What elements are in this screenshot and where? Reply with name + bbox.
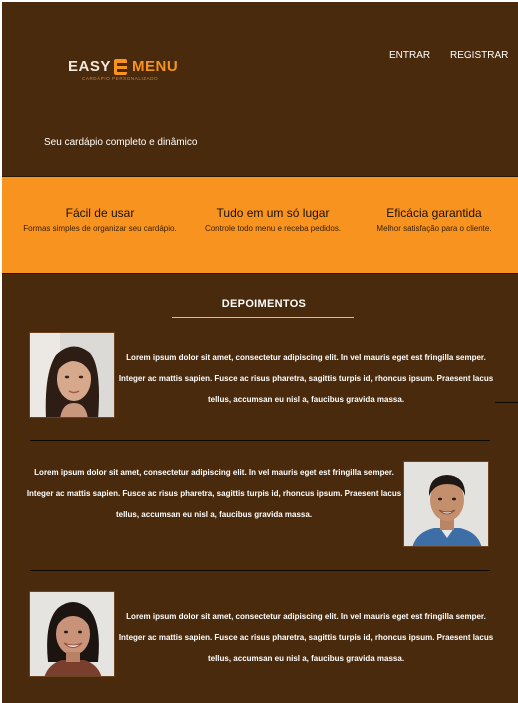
login-link[interactable]: ENTRAR <box>389 50 430 61</box>
easy-menu-logo[interactable]: EASY MENU CARDÁPIO PERSONALIZADO <box>68 58 178 84</box>
testimonial-divider <box>30 440 490 441</box>
logo-tagline: CARDÁPIO PERSONALIZADO <box>82 76 159 81</box>
testimonial-line: Integer ac mattis sapien. Fusce ac risus… <box>118 374 494 383</box>
testimonial-line: Lorem ipsum dolor sit amet, consectetur … <box>34 468 394 477</box>
woman-smiling-portrait-icon <box>29 591 115 677</box>
testimonial-line: Integer ac mattis sapien. Fusce ac risus… <box>118 633 494 642</box>
testimonial-line: Integer ac mattis sapien. Fusce ac risus… <box>26 489 402 498</box>
feature-description: Controle todo menu e receba pedidos. <box>204 224 342 233</box>
feature-description: Melhor satisfação para o cliente. <box>376 224 492 233</box>
testimonial-text: Lorem ipsum dolor sit amet, consectetur … <box>114 347 498 410</box>
menu-book-icon <box>114 59 127 75</box>
man-smiling-portrait-icon <box>403 461 489 547</box>
testimonial-text: Lorem ipsum dolor sit amet, consectetur … <box>114 606 498 669</box>
testimonial-line: tellus, accumsan eu nisl a, faucibus gra… <box>207 654 405 663</box>
landing-page: EASY MENU CARDÁPIO PERSONALIZADO ENTRAR … <box>2 2 518 703</box>
testimonial-text: Lorem ipsum dolor sit amet, consectetur … <box>22 462 406 525</box>
features-band: Fácil de usar Formas simples de organiza… <box>2 176 518 274</box>
testimonial-line: tellus, accumsan eu nisl a, faucibus gra… <box>207 395 405 404</box>
woman-long-hair-portrait-icon <box>29 332 115 418</box>
testimonials-heading: DEPOIMENTOS <box>221 298 307 310</box>
feature-title: Fácil de usar <box>65 206 135 220</box>
hero-subtitle: Seu cardápio completo e dinâmico <box>44 137 198 148</box>
feature-title: Tudo em um só lugar <box>216 206 330 220</box>
logo-word-easy: EASY <box>68 58 111 75</box>
feature-easy-to-use: Fácil de usar Formas simples de organiza… <box>14 205 186 233</box>
feature-guaranteed-efficacy: Eficácia garantida Melhor satisfação par… <box>364 205 504 233</box>
testimonial-line: tellus, accumsan eu nisl a, faucibus gra… <box>115 510 313 519</box>
testimonial-line: Lorem ipsum dolor sit amet, consectetur … <box>126 612 486 621</box>
feature-all-in-one: Tudo em um só lugar Controle todo menu e… <box>198 205 348 233</box>
testimonial-line: Lorem ipsum dolor sit amet, consectetur … <box>126 353 486 362</box>
testimonial-divider <box>30 570 490 571</box>
register-link[interactable]: REGISTRAR <box>450 50 508 61</box>
feature-description: Formas simples de organizar seu cardápio… <box>23 224 177 233</box>
heading-underline <box>172 317 354 318</box>
section-edge-line <box>495 402 518 403</box>
logo-word-menu: MENU <box>132 58 179 75</box>
feature-title: Eficácia garantida <box>386 206 482 220</box>
